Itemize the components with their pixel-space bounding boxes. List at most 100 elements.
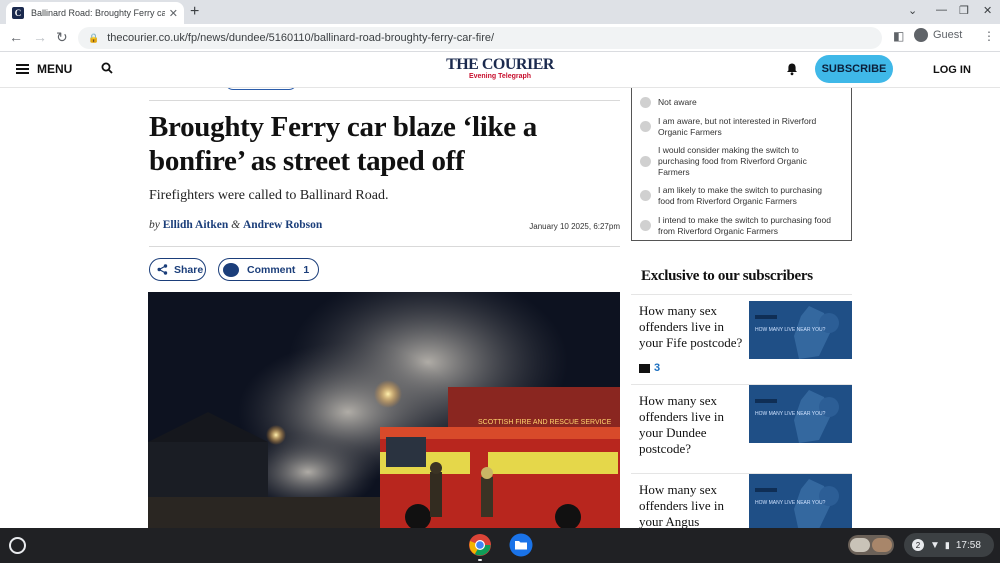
reload-icon[interactable]: ↻ [56, 29, 68, 46]
share-icon [157, 264, 168, 275]
comment-bubble-icon [223, 262, 239, 277]
radio-icon[interactable] [640, 220, 651, 231]
byline-by: by [149, 219, 160, 231]
status-tray[interactable]: 2 ▼ ▮ 17:58 [904, 533, 994, 557]
hero-image[interactable]: SCOTTISH FIRE AND RESCUE SERVICE [148, 292, 620, 528]
poll-option[interactable]: I would consider making the switch to pu… [640, 145, 840, 178]
search-icon[interactable] [101, 62, 113, 74]
subscriber-exclusives-heading: Exclusive to our subscribers [641, 268, 813, 284]
story-card-thumbnail[interactable]: HOW MANY LIVE NEAR YOU? [749, 474, 852, 528]
truck-text: SCOTTISH FIRE AND RESCUE SERVICE [478, 419, 612, 426]
radio-icon[interactable] [640, 156, 651, 167]
poll-option-label: I would consider making the switch to pu… [658, 145, 807, 177]
minimize-icon[interactable]: — [936, 4, 947, 16]
radio-icon[interactable] [640, 97, 651, 108]
menu-button[interactable]: MENU [16, 62, 72, 76]
article-headline: Broughty Ferry car blaze ‘like a bonfire… [149, 111, 538, 177]
files-icon[interactable] [509, 533, 533, 557]
story-card-title[interactable]: How many sex offenders live in your Dund… [639, 393, 749, 457]
share-button[interactable]: Share [149, 258, 206, 281]
browser-menu-icon[interactable]: ⋮ [983, 29, 995, 43]
article-standfirst: Firefighters were called to Ballinard Ro… [149, 188, 389, 203]
launcher-icon[interactable] [9, 537, 26, 554]
share-label: Share [174, 263, 204, 276]
new-tab-icon[interactable]: + [190, 3, 199, 21]
clock: 17:58 [955, 539, 981, 551]
poll-option[interactable]: I am likely to make the switch to purcha… [640, 185, 840, 207]
page-content: Broughty Ferry car blaze ‘like a bonfire… [0, 88, 1000, 528]
scrolled-button-edge[interactable] [225, 88, 297, 90]
comment-button[interactable]: Comment 1 [218, 258, 319, 281]
thumb-text: HOW MANY LIVE NEAR YOU? [755, 411, 826, 417]
fire-scene-illustration: SCOTTISH FIRE AND RESCUE SERVICE [148, 292, 620, 528]
story-card[interactable]: How many sex offenders live in your Dund… [631, 384, 852, 474]
tab-search-icon[interactable]: ⌄ [908, 4, 917, 17]
notification-bell-icon[interactable] [785, 62, 799, 76]
story-card-thumbnail[interactable]: HOW MANY LIVE NEAR YOU? [749, 301, 852, 359]
menu-label: MENU [37, 62, 73, 76]
back-icon[interactable]: ← [9, 29, 23, 45]
site-logo[interactable]: THE COURIER Evening Telegraph [440, 57, 560, 81]
logo-sub-text: Evening Telegraph [468, 73, 532, 80]
battery-icon: ▮ [944, 539, 950, 550]
thumb-text: HOW MANY LIVE NEAR YOU? [755, 500, 826, 506]
comment-icon [639, 363, 650, 373]
map-thumbnail: HOW MANY LIVE NEAR YOU? [749, 385, 852, 443]
lock-icon: 🔒 [88, 32, 100, 43]
url-text: thecourier.co.uk/fp/news/dundee/5160110/… [107, 32, 495, 44]
poll-option-label: I am aware, but not interested in Riverf… [658, 116, 817, 137]
chrome-icon[interactable] [468, 533, 492, 557]
poll-option[interactable]: Not aware [640, 97, 697, 108]
story-card[interactable]: How many sex offenders live in your Fife… [631, 294, 852, 384]
poll-option-label: I intend to make the switch to purchasin… [658, 215, 831, 236]
wifi-icon: ▼ [930, 539, 940, 551]
byline: by Ellidh Aitken & Andrew Robson [149, 219, 322, 231]
browser-tabstrip: C Ballinard Road: Broughty Ferry car fir… [0, 0, 1000, 24]
publish-date: January 10 2025, 6:27pm [529, 222, 620, 231]
author-link[interactable]: Andrew Robson [243, 219, 322, 231]
story-card[interactable]: How many sex offenders live in your Angu… [631, 473, 852, 528]
author-link[interactable]: Ellidh Aitken [163, 219, 229, 231]
profile-button[interactable]: Guest [914, 28, 962, 42]
byline-amp: & [231, 219, 241, 231]
comment-count-badge[interactable]: 3 [639, 362, 660, 374]
restore-icon[interactable]: ❐ [959, 4, 969, 17]
story-card-thumbnail[interactable]: HOW MANY LIVE NEAR YOU? [749, 385, 852, 443]
story-card-title[interactable]: How many sex offenders live in your Angu… [639, 482, 749, 528]
forward-icon[interactable]: → [33, 29, 47, 45]
tab-title: Ballinard Road: Broughty Ferry car fire [31, 8, 165, 18]
tote-thumbnail[interactable] [848, 535, 894, 555]
site-favicon-icon: C [12, 7, 24, 19]
site-header: MENU THE COURIER Evening Telegraph SUBSC… [0, 52, 1000, 88]
close-tab-icon[interactable]: ✕ [169, 7, 178, 20]
comment-label: Comment [247, 263, 296, 276]
poll-option-label: I am likely to make the switch to purcha… [658, 185, 822, 206]
map-thumbnail: HOW MANY LIVE NEAR YOU? [749, 474, 852, 528]
map-thumbnail: HOW MANY LIVE NEAR YOU? [749, 301, 852, 359]
poll-option[interactable]: I intend to make the switch to purchasin… [640, 215, 845, 237]
logo-main-text: THE COURIER [446, 56, 554, 73]
browser-toolbar: ← → ↻ 🔒 thecourier.co.uk/fp/news/dundee/… [0, 24, 1000, 52]
login-link[interactable]: LOG IN [933, 64, 971, 76]
story-card-title[interactable]: How many sex offenders live in your Fife… [639, 303, 749, 351]
radio-icon[interactable] [640, 190, 651, 201]
profile-label: Guest [933, 29, 963, 41]
subscribe-button[interactable]: SUBSCRIBE [815, 55, 893, 83]
close-window-icon[interactable]: ✕ [983, 4, 992, 17]
poll-option[interactable]: I am aware, but not interested in Riverf… [640, 116, 840, 138]
active-app-dot [478, 559, 482, 561]
comment-count: 1 [303, 263, 310, 276]
hamburger-icon [16, 64, 29, 74]
side-panel-icon[interactable]: ◧ [893, 29, 904, 43]
address-bar[interactable]: 🔒 thecourier.co.uk/fp/news/dundee/516011… [78, 27, 882, 49]
divider [149, 100, 620, 101]
thumb-text: HOW MANY LIVE NEAR YOU? [755, 327, 826, 333]
divider [149, 246, 620, 247]
poll-option-label: Not aware [658, 97, 697, 107]
poll-widget: Not aware I am aware, but not interested… [631, 88, 852, 241]
radio-icon[interactable] [640, 121, 651, 132]
comment-count-value: 3 [654, 362, 661, 374]
os-shelf: 2 ▼ ▮ 17:58 [0, 528, 1000, 563]
notification-count: 2 [912, 539, 924, 551]
browser-tab[interactable]: C Ballinard Road: Broughty Ferry car fir… [6, 2, 184, 24]
